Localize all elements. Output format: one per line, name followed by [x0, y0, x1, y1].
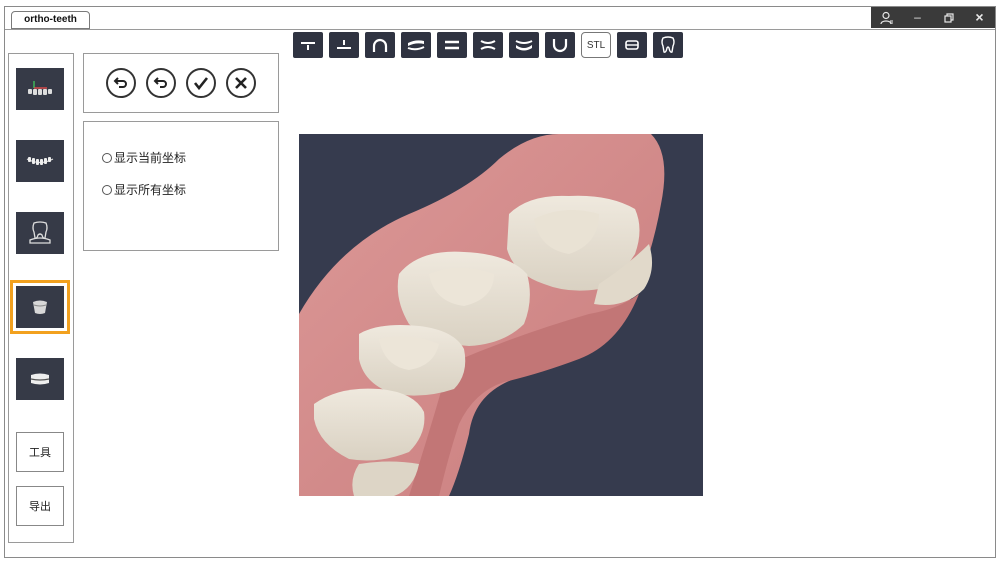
curve-icon: [407, 40, 425, 51]
action-panel: [83, 53, 279, 113]
parallel-icon: [445, 40, 459, 50]
smile-button[interactable]: [509, 32, 539, 58]
top-toolbar: STL: [293, 32, 683, 58]
stl-label: STL: [586, 39, 606, 51]
radio-icon[interactable]: [102, 184, 112, 195]
undo-icon: [113, 77, 127, 88]
redo-icon: [153, 77, 167, 88]
smile-icon: [515, 40, 533, 51]
full-arch-icon: [26, 157, 54, 165]
user-button[interactable]: [871, 7, 902, 28]
cancel-button[interactable]: [226, 68, 256, 98]
sidebar-item-axis-teeth[interactable]: [16, 68, 64, 110]
tooth-toolbar-button[interactable]: [653, 32, 683, 58]
merge-icon: [480, 40, 496, 50]
tray-icon: [625, 40, 639, 50]
window-title-tab[interactable]: ortho-teeth: [11, 11, 90, 29]
split-top-button[interactable]: [293, 32, 323, 58]
radio-icon[interactable]: [102, 152, 112, 163]
title-divider: [5, 29, 995, 30]
parallel-button[interactable]: [437, 32, 467, 58]
crown-icon: [33, 300, 47, 314]
stl-button[interactable]: STL: [581, 32, 611, 58]
restore-icon: [943, 13, 954, 23]
split-top-icon: [301, 42, 315, 50]
cup-icon: [552, 39, 568, 53]
x-icon: [235, 77, 247, 89]
tooth-gum-icon: [29, 221, 51, 244]
undo-button[interactable]: [106, 68, 136, 98]
axis-teeth-icon: [28, 81, 52, 95]
coordinate-options-panel: 显示当前坐标 显示所有坐标: [83, 121, 279, 251]
window-title: ortho-teeth: [24, 14, 77, 25]
arch-icon: [372, 38, 388, 52]
show-current-coords-option[interactable]: 显示当前坐标: [102, 149, 186, 166]
sidebar-item-tooth-gum[interactable]: [16, 212, 64, 254]
tools-button[interactable]: 工具: [16, 432, 64, 472]
check-icon: [193, 77, 209, 91]
user-icon: [879, 11, 893, 25]
cup-button[interactable]: [545, 32, 575, 58]
tooth-icon: [661, 36, 675, 53]
left-sidebar: 工具 导出: [8, 53, 74, 543]
close-button[interactable]: ×: [964, 7, 995, 28]
3d-viewport[interactable]: [299, 134, 703, 496]
show-all-label: 显示所有坐标: [114, 183, 187, 197]
split-bottom-button[interactable]: [329, 32, 359, 58]
sidebar-item-tray[interactable]: [16, 358, 64, 400]
tray-toolbar-button[interactable]: [617, 32, 647, 58]
minimize-button[interactable]: –: [902, 7, 933, 28]
confirm-button[interactable]: [186, 68, 216, 98]
show-current-label: 显示当前坐标: [114, 151, 187, 165]
sidebar-item-full-arch[interactable]: [16, 140, 64, 182]
dental-model-render: [299, 134, 703, 496]
redo-button[interactable]: [146, 68, 176, 98]
window-controls: – ×: [871, 7, 995, 28]
arch-button[interactable]: [365, 32, 395, 58]
app-window: ortho-teeth – × STL 工具 导出 显示当前坐标 显示所有坐标: [4, 6, 996, 558]
restore-button[interactable]: [933, 7, 964, 28]
sidebar-item-crown[interactable]: [10, 280, 70, 334]
export-button[interactable]: 导出: [16, 486, 64, 526]
merge-button[interactable]: [473, 32, 503, 58]
curve-button[interactable]: [401, 32, 431, 58]
split-bottom-icon: [337, 40, 351, 49]
tray-icon: [30, 373, 50, 385]
show-all-coords-option[interactable]: 显示所有坐标: [102, 181, 186, 198]
